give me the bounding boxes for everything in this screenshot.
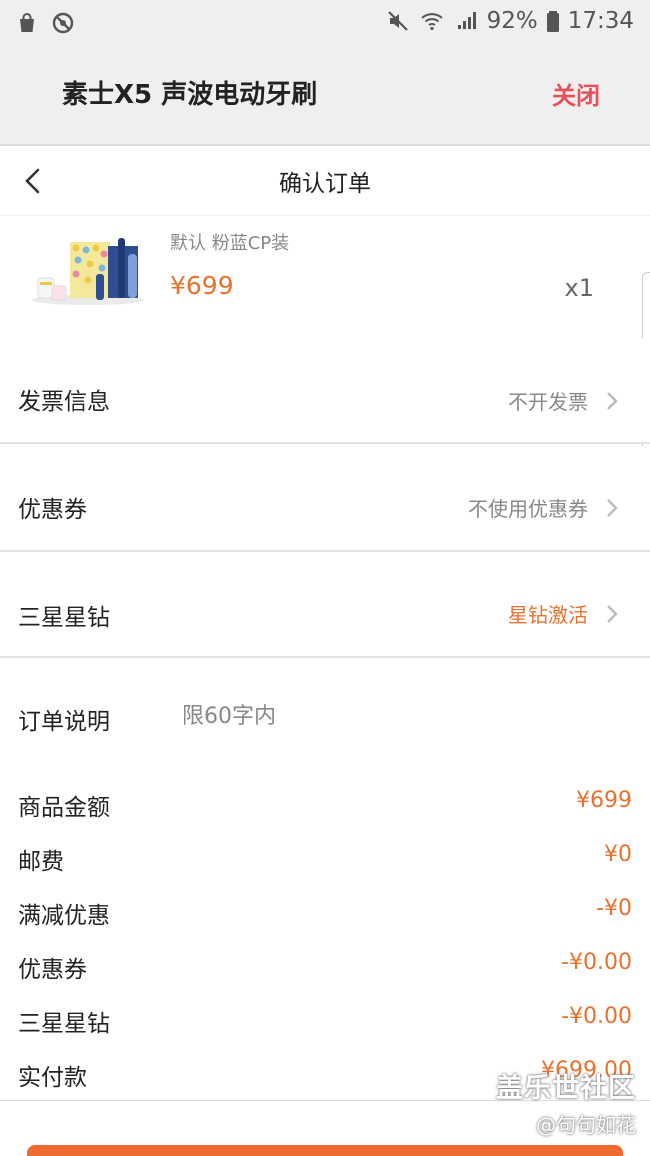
summary-row-discount: 满减优惠 -¥0 — [0, 890, 650, 930]
summary-amount: -¥0.00 — [561, 950, 632, 975]
clock: 17:34 — [567, 8, 634, 34]
shopping-bag-icon — [14, 10, 40, 36]
coupon-row[interactable]: 优惠券 不使用优惠券 — [0, 446, 650, 552]
chevron-right-icon — [604, 390, 620, 412]
summary-label: 商品金额 — [18, 795, 110, 821]
order-note-label: 订单说明 — [18, 709, 110, 735]
invoice-row[interactable]: 发票信息 不开发票 — [0, 338, 650, 444]
summary-row-coupon: 优惠券 -¥0.00 — [0, 944, 650, 984]
coupon-value: 不使用优惠券 — [468, 497, 588, 521]
samsung-diamond-row[interactable]: 三星星钻 星钻激活 — [0, 552, 650, 658]
watermark-community: 盖乐世社区 — [496, 1073, 636, 1104]
order-note-row: 订单说明 — [0, 660, 650, 760]
summary-row-shipping: 邮费 ¥0 — [0, 836, 650, 876]
close-button[interactable]: 关闭 — [552, 76, 600, 111]
product-price: ¥699 — [170, 271, 234, 300]
status-bar: 92% 17:34 — [0, 0, 650, 44]
summary-label: 满减优惠 — [18, 903, 110, 929]
no-disturb-icon — [50, 10, 76, 36]
battery-percent: 92% — [486, 8, 538, 34]
invoice-value: 不开发票 — [508, 390, 588, 414]
samsung-diamond-value: 星钻激活 — [508, 603, 588, 627]
summary-label: 优惠券 — [18, 957, 87, 983]
nav-bar: 确认订单 — [0, 146, 650, 216]
submit-order-button[interactable] — [27, 1145, 623, 1156]
title-bar: 素士X5 声波电动牙刷 关闭 — [0, 44, 650, 146]
product-variant: 默认 粉蓝CP装 — [170, 233, 290, 254]
samsung-diamond-label: 三星星钻 — [18, 605, 110, 631]
product-image — [28, 228, 146, 308]
summary-amount: -¥0 — [596, 896, 632, 921]
coupon-label: 优惠券 — [18, 497, 87, 523]
product-quantity: x1 — [564, 274, 594, 302]
wifi-icon — [419, 8, 445, 34]
watermark: 盖乐世社区 @句句如花 — [496, 1066, 636, 1138]
summary-amount: ¥0 — [604, 842, 632, 867]
product-item: 默认 粉蓝CP装 ¥699 x1 — [0, 216, 650, 336]
summary-amount: ¥699 — [576, 788, 632, 813]
summary-label: 实付款 — [18, 1065, 87, 1091]
order-note-input[interactable] — [182, 698, 602, 734]
chevron-right-icon — [604, 603, 620, 625]
signal-icon — [453, 8, 479, 34]
summary-row-diamond: 三星星钻 -¥0.00 — [0, 998, 650, 1038]
page-title: 素士X5 声波电动牙刷 — [62, 80, 318, 110]
summary-row-goods: 商品金额 ¥699 — [0, 782, 650, 822]
summary-label: 三星星钻 — [18, 1011, 110, 1037]
nav-title: 确认订单 — [279, 171, 371, 197]
mute-icon — [385, 8, 411, 34]
battery-icon — [546, 8, 560, 34]
summary-amount: -¥0.00 — [561, 1004, 632, 1029]
watermark-author: @句句如花 — [536, 1113, 636, 1137]
invoice-label: 发票信息 — [18, 389, 110, 415]
chevron-right-icon — [604, 497, 620, 519]
summary-label: 邮费 — [18, 849, 64, 875]
